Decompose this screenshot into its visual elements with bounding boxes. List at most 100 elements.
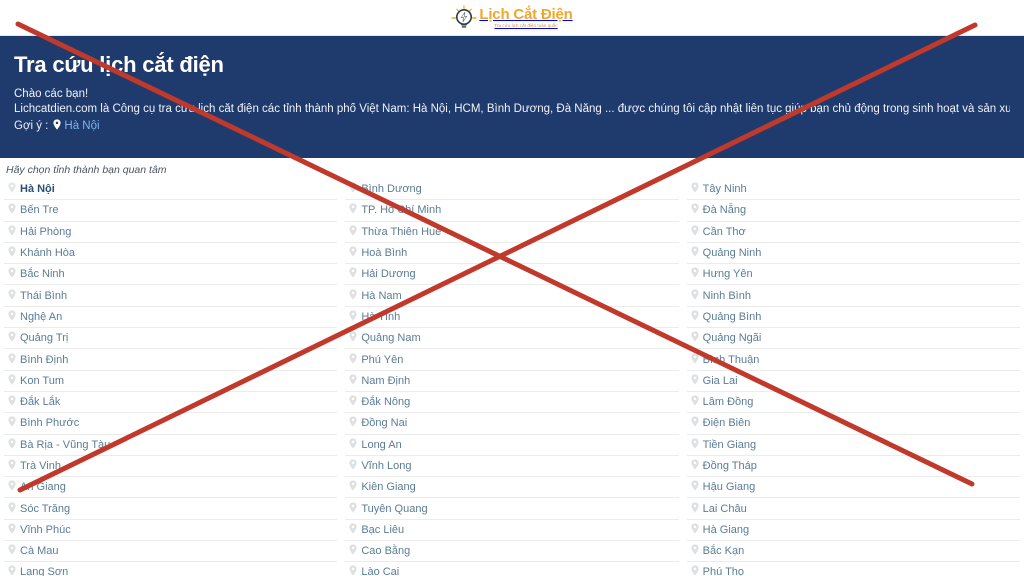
map-pin-icon: [349, 203, 357, 217]
province-label: Bình Dương: [361, 183, 422, 196]
map-pin-icon: [349, 438, 357, 452]
map-pin-icon: [8, 459, 16, 473]
province-link[interactable]: Gia Lai: [686, 371, 1020, 392]
map-pin-icon: [8, 416, 16, 430]
province-label: Điện Biên: [702, 417, 751, 430]
province-link[interactable]: Tuyên Quang: [345, 498, 679, 520]
province-link[interactable]: Hà Nam: [345, 285, 679, 307]
province-link[interactable]: Hải Phòng: [4, 222, 338, 243]
province-link[interactable]: Bình Dương: [345, 179, 679, 201]
province-link[interactable]: Bạc Liêu: [345, 520, 679, 542]
province-link[interactable]: Ninh Bình: [686, 285, 1020, 307]
province-link[interactable]: Lạng Sơn: [4, 562, 337, 576]
province-link[interactable]: Hưng Yên: [686, 264, 1020, 286]
province-label: Hậu Giang: [702, 481, 756, 494]
map-pin-icon: [691, 544, 699, 558]
province-link[interactable]: Phú Thọ: [687, 562, 1020, 576]
province-link[interactable]: Quảng Nam: [345, 328, 679, 350]
province-link[interactable]: Bình Phước: [4, 413, 338, 435]
province-link[interactable]: Bà Rịa - Vũng Tàu: [4, 435, 338, 456]
province-link[interactable]: Bắc Ninh: [4, 264, 338, 286]
province-link[interactable]: Quảng Trị: [4, 328, 338, 350]
province-link[interactable]: Bắc Kạn: [686, 541, 1020, 563]
province-link[interactable]: Bến Tre: [4, 200, 338, 222]
map-pin-icon: [349, 565, 357, 576]
province-columns: Hà Nội Bến Tre Hải Phòng Khánh Hòa Bắc Ninh T…: [0, 179, 1024, 576]
map-pin-icon: [691, 565, 699, 576]
province-label: Bắc Ninh: [20, 268, 65, 281]
province-link[interactable]: An Giang: [4, 477, 338, 499]
province-link[interactable]: Hà Nội: [4, 179, 338, 201]
province-link[interactable]: Lào Cai: [345, 562, 678, 576]
province-link[interactable]: Lâm Đồng: [686, 392, 1020, 414]
province-link[interactable]: Lai Châu: [686, 498, 1020, 520]
province-link[interactable]: Nam Định: [345, 371, 679, 392]
province-label: Hoà Bình: [361, 247, 408, 260]
province-link[interactable]: Trà Vinh: [4, 456, 338, 478]
province-link[interactable]: Bình Định: [4, 349, 338, 371]
hero-hint: Gợi ý : Hà Nội: [14, 119, 1010, 133]
province-link[interactable]: Hậu Giang: [686, 477, 1020, 499]
province-label: Ninh Bình: [702, 289, 751, 302]
province-link[interactable]: Thừa Thiên Huế: [345, 222, 679, 243]
province-link[interactable]: Sóc Trăng: [4, 498, 338, 520]
province-link[interactable]: Đắk Nông: [345, 392, 679, 414]
map-pin-icon: [349, 225, 357, 239]
map-pin-icon: [8, 438, 16, 452]
province-link[interactable]: Kiên Giang: [345, 477, 679, 499]
province-link[interactable]: Tây Ninh: [686, 179, 1020, 201]
province-link[interactable]: Điện Biên: [686, 413, 1020, 435]
province-link[interactable]: Cần Thơ: [686, 222, 1020, 243]
province-link[interactable]: Quảng Ninh: [686, 243, 1020, 265]
map-pin-icon: [349, 246, 357, 260]
province-label: Quảng Ninh: [702, 247, 762, 260]
map-pin-icon: [8, 395, 16, 409]
province-link[interactable]: Quảng Ngãi: [686, 328, 1020, 350]
province-link[interactable]: Quảng Bình: [686, 307, 1020, 329]
province-link[interactable]: Tiền Giang: [686, 435, 1020, 456]
province-link[interactable]: Cao Bằng: [345, 541, 679, 563]
map-pin-icon: [691, 289, 699, 303]
province-link[interactable]: Đồng Nai: [345, 413, 679, 435]
province-label: Sóc Trăng: [20, 502, 71, 515]
hero-description: Lichcatdien.com là Công cụ tra cứu lịch …: [14, 103, 1010, 115]
province-link[interactable]: Nghệ An: [4, 307, 338, 329]
map-pin-icon: [691, 501, 699, 516]
province-label: Lai Châu: [702, 502, 747, 515]
province-link[interactable]: Long An: [345, 435, 679, 456]
province-label: Đà Nẵng: [702, 204, 747, 217]
province-link[interactable]: Cà Mau: [4, 541, 338, 563]
province-link[interactable]: Đồng Tháp: [686, 456, 1020, 478]
province-label: Nghệ An: [20, 310, 63, 323]
site-logo[interactable]: Lịch Cắt Điện Tra cứu lịch cắt điện toàn…: [451, 4, 573, 31]
lightbulb-lightning-icon: [451, 4, 478, 31]
province-link[interactable]: Vĩnh Long: [345, 456, 679, 478]
province-link[interactable]: Hải Dương: [345, 264, 679, 286]
province-link[interactable]: Bình Thuận: [686, 349, 1020, 371]
province-label: TP. Hồ Chí Minh: [361, 204, 442, 217]
province-label: An Giang: [20, 481, 66, 494]
province-link[interactable]: Đà Nẵng: [686, 200, 1020, 222]
province-link[interactable]: Khánh Hòa: [4, 243, 338, 265]
province-link[interactable]: Đắk Lắk: [4, 392, 338, 414]
province-link[interactable]: Phú Yên: [345, 349, 679, 371]
map-pin-icon: [349, 267, 357, 281]
province-label: Bạc Liêu: [361, 523, 405, 536]
map-pin-icon: [691, 246, 699, 260]
map-pin-icon: [349, 459, 357, 473]
map-pin-icon: [8, 501, 16, 516]
province-link[interactable]: Hà Tĩnh: [345, 307, 679, 329]
map-pin-icon: [8, 289, 16, 303]
province-label: Tuyên Quang: [361, 502, 428, 515]
province-label: Bình Thuận: [702, 353, 760, 366]
province-link[interactable]: Thái Bình: [4, 285, 338, 307]
province-link[interactable]: Vĩnh Phúc: [4, 520, 338, 542]
map-pin-icon: [691, 203, 699, 217]
map-pin-icon: [8, 331, 16, 345]
province-link[interactable]: Hoà Bình: [345, 243, 679, 265]
province-link[interactable]: Kon Tum: [4, 371, 338, 392]
province-link[interactable]: Hà Giang: [686, 520, 1020, 542]
province-link[interactable]: TP. Hồ Chí Minh: [345, 200, 679, 222]
province-label: Nam Định: [361, 374, 411, 387]
hint-link-hanoi[interactable]: Hà Nội: [64, 120, 99, 132]
